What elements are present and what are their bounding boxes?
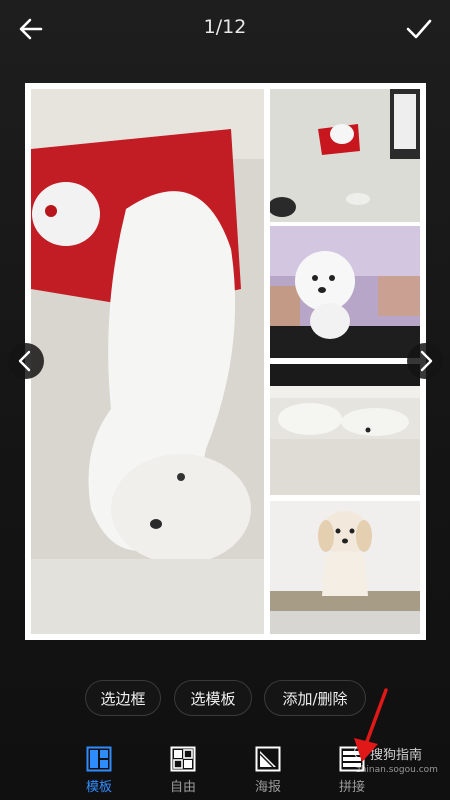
stitch-icon <box>339 746 365 772</box>
page-counter: 1/12 <box>203 16 247 38</box>
poster-icon <box>255 746 281 772</box>
check-icon <box>406 19 432 39</box>
tab-free[interactable]: 自由 <box>153 740 213 795</box>
tab-template-label: 模板 <box>85 780 112 795</box>
collage-canvas <box>25 83 426 640</box>
top-bar: 1/12 <box>0 0 450 56</box>
tab-poster[interactable]: 海报 <box>238 740 298 795</box>
chevron-left-icon <box>18 350 31 372</box>
bottom-tab-bar: 模板 自由 海报 拼接 <box>0 740 450 800</box>
tab-stitch[interactable]: 拼接 <box>322 740 382 795</box>
tab-stitch-label: 拼接 <box>338 780 365 795</box>
confirm-button[interactable] <box>402 12 436 46</box>
free-layout-icon <box>170 746 196 772</box>
photo-dog-under-furniture[interactable] <box>270 364 420 495</box>
chevron-right-icon <box>420 350 433 372</box>
tab-free-label: 自由 <box>169 780 196 795</box>
action-buttons: 选边框 选模板 添加/删除 <box>0 680 450 718</box>
tab-template[interactable]: 模板 <box>69 740 129 795</box>
photo-dog-on-red-cushion[interactable] <box>270 89 420 222</box>
template-grid-icon <box>86 746 112 772</box>
select-border-button[interactable]: 选边框 <box>85 680 161 716</box>
photo-dog-on-lap[interactable] <box>270 226 420 358</box>
next-arrow-button[interactable] <box>407 343 443 379</box>
tab-poster-label: 海报 <box>254 780 281 795</box>
select-template-button[interactable]: 选模板 <box>174 680 252 716</box>
add-delete-button[interactable]: 添加/删除 <box>264 680 366 716</box>
photo-dog-sitting[interactable] <box>270 501 420 634</box>
previous-arrow-button[interactable] <box>8 343 44 379</box>
photo-dog-lying-on-floor[interactable] <box>31 89 264 634</box>
